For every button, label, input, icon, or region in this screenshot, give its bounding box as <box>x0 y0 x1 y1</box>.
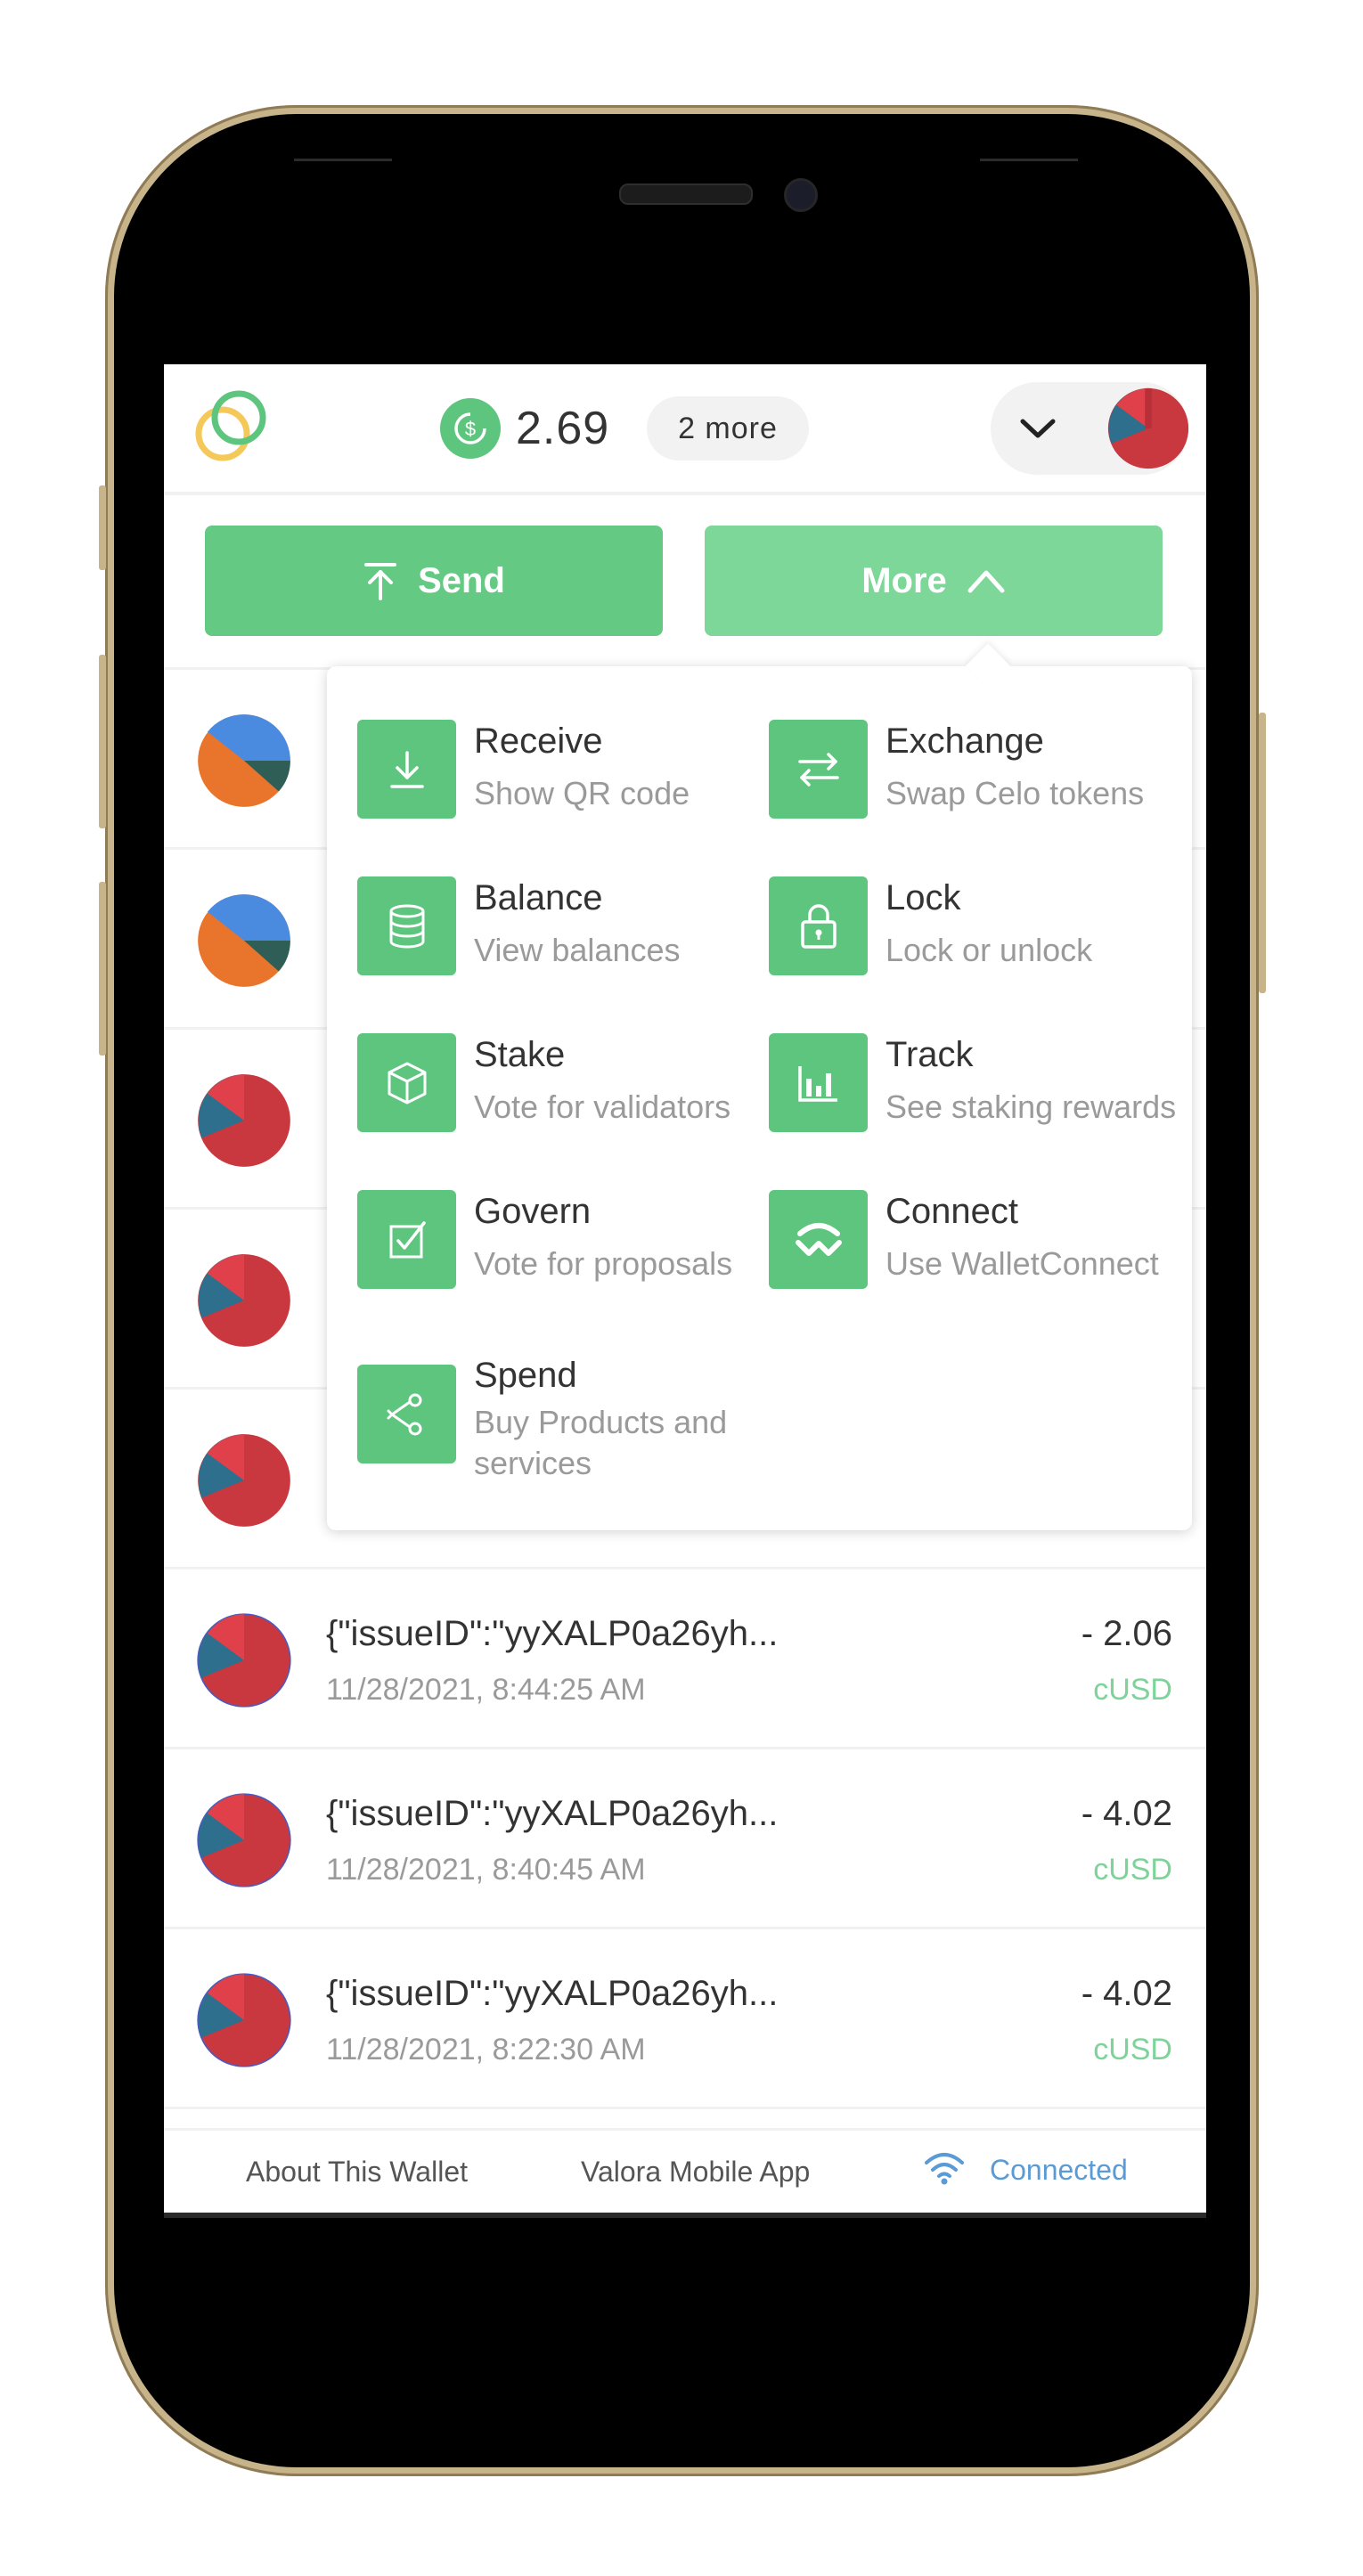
cusd-coin-icon: $ <box>440 398 501 459</box>
download-icon <box>357 720 456 819</box>
menu-item-title: Track <box>886 1035 974 1074</box>
menu-item-subtitle: Vote for validators <box>474 1088 731 1125</box>
transaction-row[interactable]: {"issueID":"yyXALP0a26yh... 11/28/2021, … <box>164 1567 1206 1748</box>
chevron-up-icon <box>967 570 1005 593</box>
menu-item-spend[interactable]: Spend Buy Products and services <box>357 1356 767 1512</box>
menu-item-subtitle: Buy Products and services <box>474 1404 728 1481</box>
transaction-comment: {"issueID":"yyXALP0a26yh... <box>326 1614 779 1653</box>
header: $ 2.69 2 more <box>164 364 1206 495</box>
account-avatar <box>1107 387 1189 469</box>
menu-item-subtitle: View balances <box>474 932 681 968</box>
mute-switch <box>99 485 106 570</box>
more-button[interactable]: More <box>705 526 1163 636</box>
power-button <box>1259 713 1266 993</box>
earpiece-speaker <box>619 183 753 205</box>
account-menu-toggle[interactable] <box>991 382 1189 475</box>
contact-avatar <box>198 1254 290 1347</box>
menu-item-track[interactable]: Track See staking rewards <box>769 1033 1179 1167</box>
send-button-label: Send <box>418 560 505 600</box>
more-tokens-badge[interactable]: 2 more <box>647 396 809 461</box>
menu-item-subtitle: Swap Celo tokens <box>886 775 1145 811</box>
volume-down-button <box>99 882 106 1056</box>
more-menu-dropdown: Receive Show QR code Exchange Swap Celo … <box>327 666 1192 1530</box>
menu-item-balance[interactable]: Balance View balances <box>357 876 767 1010</box>
menu-item-govern[interactable]: Govern Vote for proposals <box>357 1190 767 1324</box>
send-button[interactable]: Send <box>205 526 663 636</box>
volume-up-button <box>99 655 106 828</box>
contact-avatar <box>197 1973 291 2067</box>
valora-app-link[interactable]: Valora Mobile App <box>581 2156 810 2189</box>
contact-avatar <box>198 714 290 807</box>
balance-amount: 2.69 <box>516 403 610 454</box>
menu-item-title: Spend <box>474 1356 577 1395</box>
bar-chart-icon <box>769 1033 868 1132</box>
database-icon <box>357 876 456 975</box>
connection-status: Connected <box>990 2154 1128 2186</box>
menu-item-exchange[interactable]: Exchange Swap Celo tokens <box>769 720 1179 853</box>
contact-avatar <box>198 1434 290 1527</box>
contact-avatar <box>197 1613 291 1708</box>
contact-avatar <box>197 1793 291 1887</box>
transaction-amount: - 4.02 <box>1081 1974 1172 2013</box>
checkbox-icon <box>357 1190 456 1289</box>
transaction-comment: {"issueID":"yyXALP0a26yh... <box>326 1794 779 1833</box>
menu-item-receive[interactable]: Receive Show QR code <box>357 720 767 853</box>
transaction-row[interactable]: {"issueID":"yyXALP0a26yh... 11/28/2021, … <box>164 1747 1206 1928</box>
share-nodes-icon <box>357 1365 456 1463</box>
notch-edge <box>980 159 1078 161</box>
about-wallet-link[interactable]: About This Wallet <box>246 2156 468 2189</box>
menu-item-subtitle: Use WalletConnect <box>886 1245 1159 1282</box>
menu-item-title: Lock <box>886 878 961 917</box>
menu-item-title: Balance <box>474 878 603 917</box>
menu-item-title: Connect <box>886 1192 1018 1231</box>
transaction-amount: - 4.02 <box>1081 1794 1172 1833</box>
chevron-down-icon <box>1020 419 1056 438</box>
menu-item-subtitle: Lock or unlock <box>886 932 1093 968</box>
menu-item-subtitle: See staking rewards <box>886 1088 1177 1125</box>
wifi-icon <box>925 2153 964 2185</box>
contact-avatar <box>198 1074 290 1167</box>
more-button-label: More <box>861 560 947 600</box>
menu-item-connect[interactable]: Connect Use WalletConnect <box>769 1190 1179 1324</box>
transaction-currency: cUSD <box>1093 1853 1172 1887</box>
menu-item-lock[interactable]: Lock Lock or unlock <box>769 876 1179 1010</box>
transaction-amount: - 2.06 <box>1081 1614 1172 1653</box>
transaction-currency: cUSD <box>1093 1673 1172 1707</box>
transaction-time: 11/28/2021, 8:44:25 AM <box>326 1673 646 1707</box>
svg-text:$: $ <box>465 418 476 440</box>
menu-item-subtitle: Vote for proposals <box>474 1245 733 1282</box>
contact-avatar <box>198 894 290 987</box>
menu-item-title: Receive <box>474 721 603 761</box>
swap-arrows-icon <box>769 720 868 819</box>
transaction-row[interactable]: {"issueID":"yyXALP0a26yh... 11/28/2021, … <box>164 1927 1206 2107</box>
footer: About This Wallet Valora Mobile App Conn… <box>164 2128 1206 2215</box>
app-screen: $ 2.69 2 more Send More {"issueID":"yyXA… <box>164 364 1206 2218</box>
front-camera <box>784 178 818 212</box>
cube-icon <box>357 1033 456 1132</box>
menu-item-title: Govern <box>474 1192 592 1231</box>
transaction-time: 11/28/2021, 8:40:45 AM <box>326 1853 646 1887</box>
menu-item-title: Exchange <box>886 721 1044 761</box>
menu-item-stake[interactable]: Stake Vote for validators <box>357 1033 767 1167</box>
transaction-currency: cUSD <box>1093 2033 1172 2067</box>
celo-logo-icon <box>195 390 266 461</box>
lock-icon <box>769 876 868 975</box>
footer-bar <box>164 2213 1206 2218</box>
transaction-comment: {"issueID":"yyXALP0a26yh... <box>326 1974 779 2013</box>
menu-item-title: Stake <box>474 1035 566 1074</box>
transaction-time: 11/28/2021, 8:22:30 AM <box>326 2033 646 2067</box>
walletconnect-icon <box>769 1190 868 1289</box>
menu-item-subtitle: Show QR code <box>474 775 690 811</box>
upload-arrow-icon <box>364 563 397 600</box>
notch-edge <box>294 159 392 161</box>
